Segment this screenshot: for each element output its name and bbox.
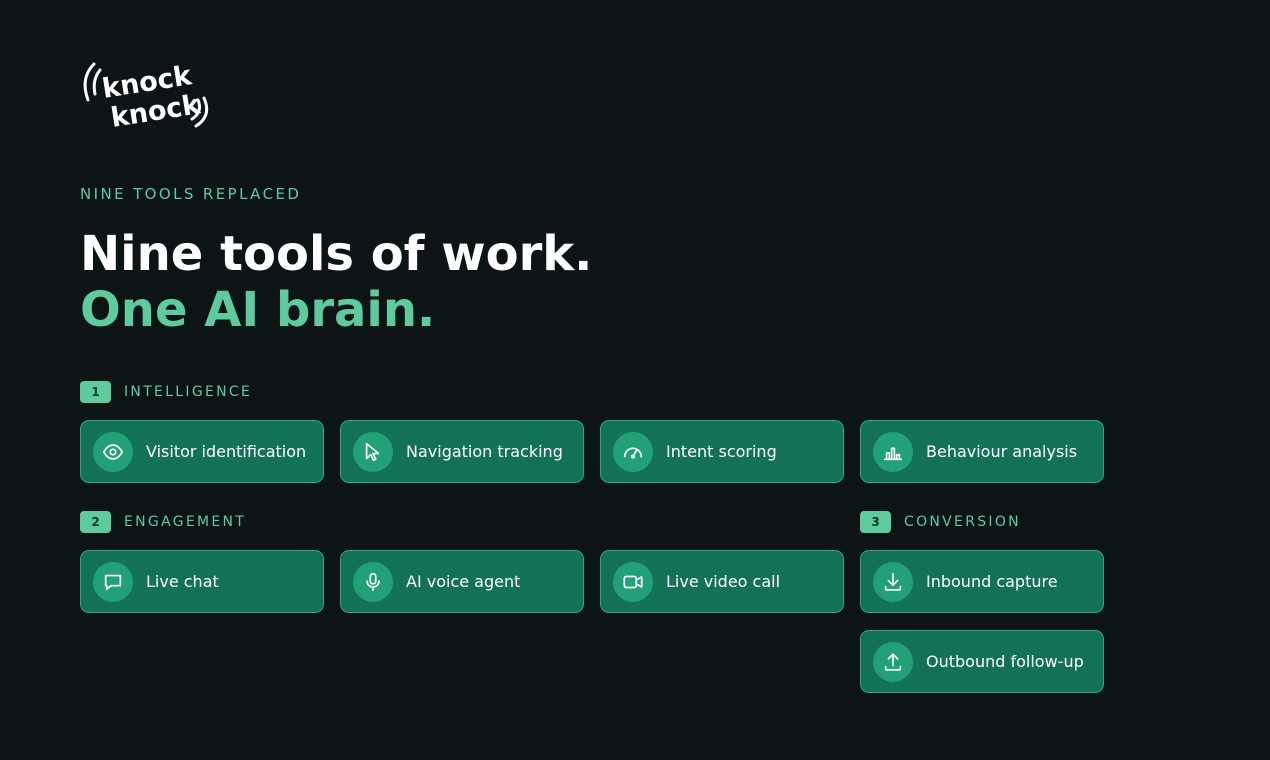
chat-bubble-icon bbox=[93, 561, 133, 602]
tool-card-outbound-follow-up[interactable]: Outbound follow-up bbox=[860, 630, 1104, 693]
tool-label: Behaviour analysis bbox=[926, 442, 1078, 461]
headline-line-1: Nine tools of work. bbox=[80, 226, 593, 282]
tool-label: Live video call bbox=[666, 572, 781, 591]
tool-label: AI voice agent bbox=[406, 572, 521, 591]
tool-card-ai-voice-agent[interactable]: AI voice agent bbox=[340, 550, 584, 613]
section-eyebrow: NINE TOOLS REPLACED bbox=[80, 185, 302, 203]
upload-icon bbox=[873, 641, 913, 682]
tool-label: Live chat bbox=[146, 572, 219, 591]
tool-card-navigation-tracking[interactable]: Navigation tracking bbox=[340, 420, 584, 483]
section-label-conversion: 3 CONVERSION bbox=[860, 511, 1021, 533]
tool-label: Inbound capture bbox=[926, 572, 1058, 591]
bar-chart-icon bbox=[873, 431, 913, 472]
tool-card-intent-scoring[interactable]: Intent scoring bbox=[600, 420, 844, 483]
section-name: ENGAGEMENT bbox=[124, 514, 247, 530]
cursor-icon bbox=[353, 431, 393, 472]
section-number-badge: 3 bbox=[860, 511, 891, 533]
tool-card-behaviour-analysis[interactable]: Behaviour analysis bbox=[860, 420, 1104, 483]
section-number-badge: 1 bbox=[80, 381, 111, 403]
eye-icon bbox=[93, 431, 133, 472]
tool-label: Navigation tracking bbox=[406, 442, 563, 461]
headline-line-2: One AI brain. bbox=[80, 282, 436, 338]
tool-label: Visitor identification bbox=[146, 442, 307, 461]
tool-label: Intent scoring bbox=[666, 442, 777, 461]
section-label-intelligence: 1 INTELLIGENCE bbox=[80, 381, 252, 403]
microphone-icon bbox=[353, 561, 393, 602]
tool-card-live-video-call[interactable]: Live video call bbox=[600, 550, 844, 613]
section-name: CONVERSION bbox=[904, 514, 1021, 530]
tool-label: Outbound follow-up bbox=[926, 652, 1084, 671]
section-name: INTELLIGENCE bbox=[124, 384, 253, 400]
section-label-engagement: 2 ENGAGEMENT bbox=[80, 511, 246, 533]
video-camera-icon bbox=[613, 561, 653, 602]
section-number-badge: 2 bbox=[80, 511, 111, 533]
download-icon bbox=[873, 561, 913, 602]
tool-card-inbound-capture[interactable]: Inbound capture bbox=[860, 550, 1104, 613]
knock-knock-logo: knock knock bbox=[83, 60, 209, 134]
tool-card-live-chat[interactable]: Live chat bbox=[80, 550, 324, 613]
page-title: Nine tools of work. One AI brain. bbox=[80, 226, 592, 338]
gauge-icon bbox=[613, 431, 653, 472]
tool-card-visitor-identification[interactable]: Visitor identification bbox=[80, 420, 324, 483]
